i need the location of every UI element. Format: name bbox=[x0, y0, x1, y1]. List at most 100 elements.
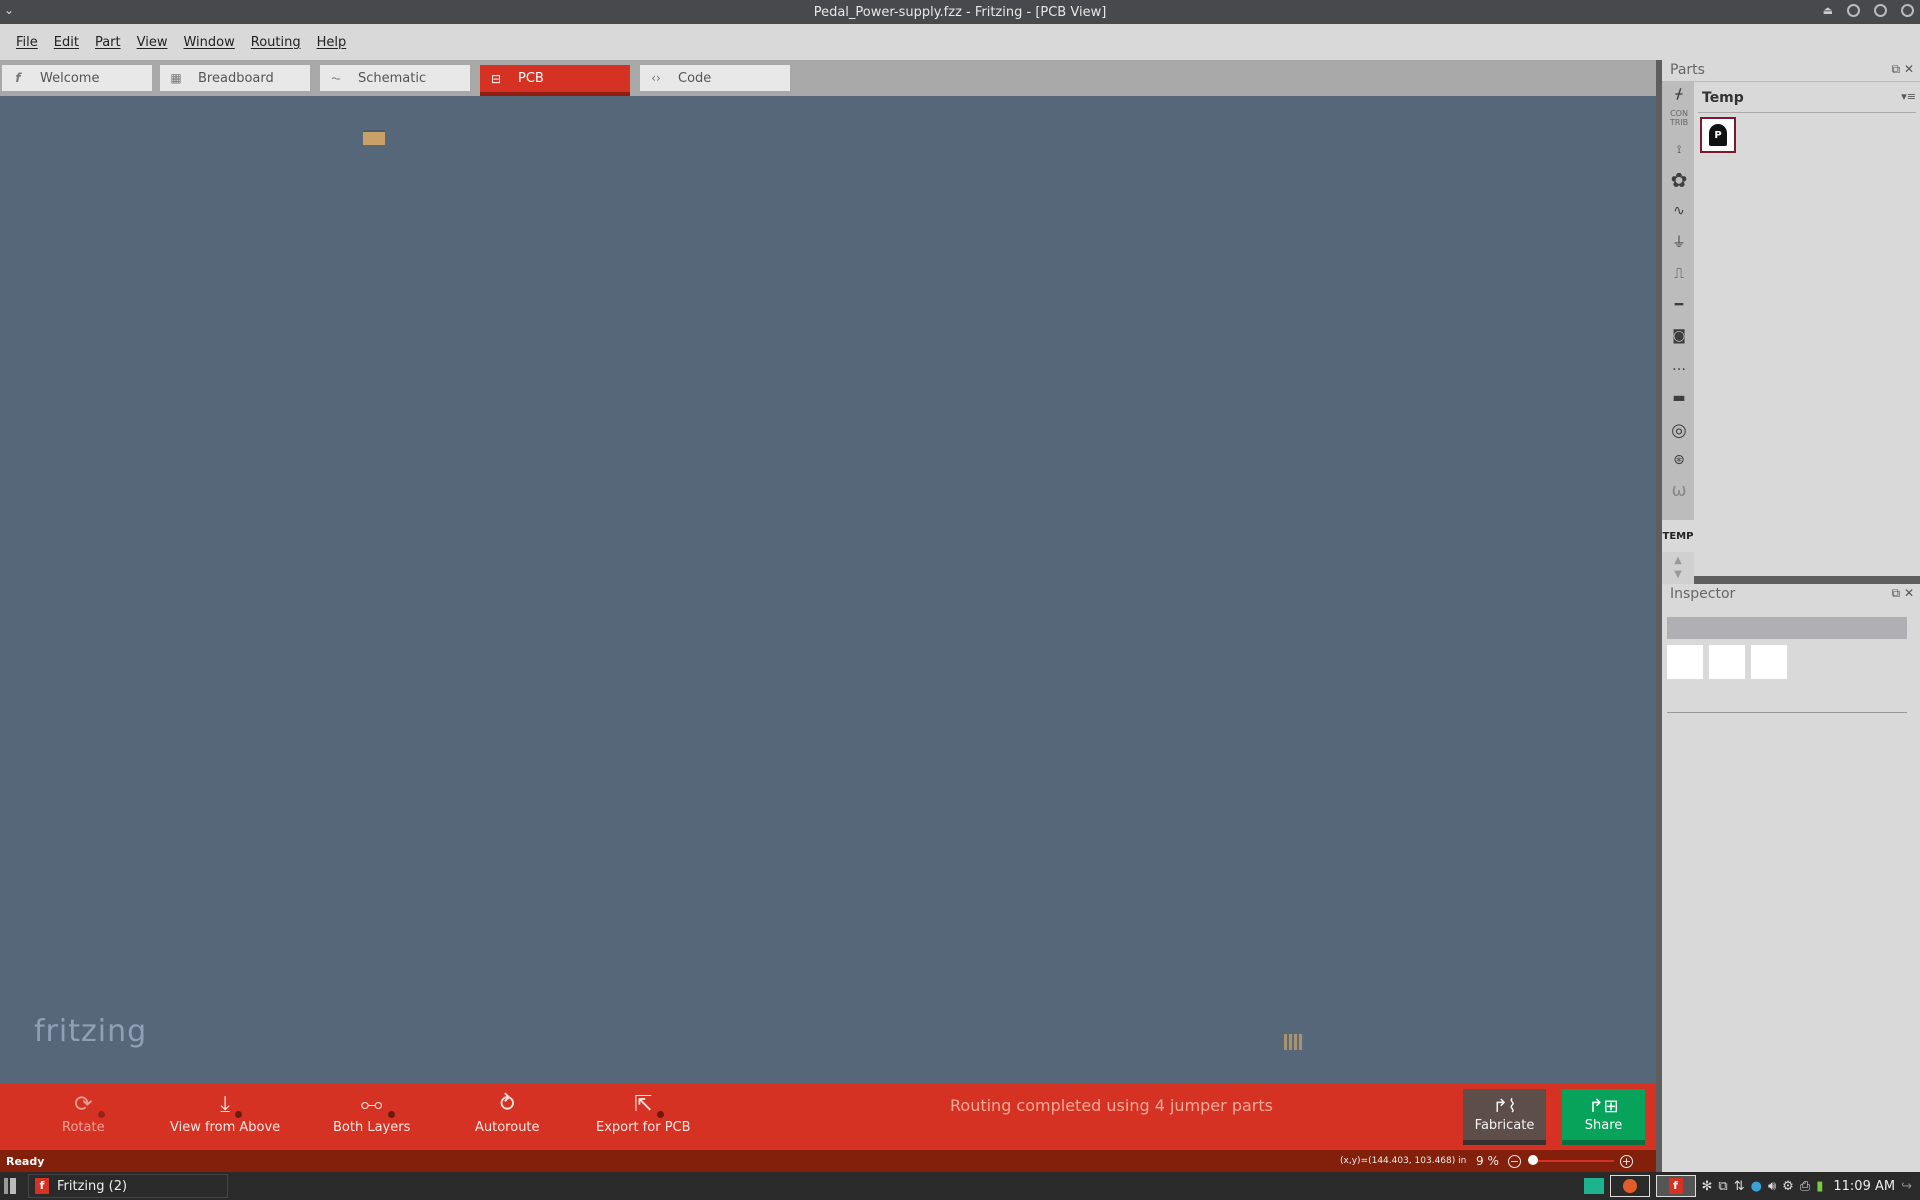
divider bbox=[1667, 712, 1907, 713]
inspector-image-breadboard bbox=[1667, 645, 1703, 679]
button-icon[interactable]: ◙ bbox=[1666, 324, 1692, 348]
zoom-level: 9 % bbox=[1476, 1154, 1499, 1168]
button-label: Rotate bbox=[62, 1120, 105, 1135]
routing-status: Routing completed using 4 jumper parts bbox=[950, 1096, 1273, 1115]
chip-icon[interactable]: ▬ bbox=[1666, 386, 1692, 410]
pcb-part[interactable] bbox=[1284, 1034, 1304, 1050]
os-taskbar: f Fritzing (2) f ✻ ⧉ ⇅ ● 🔊︎ ⚙ ⎙ ▮ 11:09 … bbox=[0, 1172, 1920, 1200]
tab-welcome[interactable]: f Welcome bbox=[2, 65, 152, 91]
menu-routing[interactable]: Routing bbox=[251, 35, 301, 50]
breadboard-icon: ▦ bbox=[170, 71, 182, 85]
fabricate-button[interactable]: ↱⌇ Fabricate bbox=[1463, 1089, 1546, 1145]
pcb-canvas[interactable]: fritzing bbox=[0, 96, 1656, 1084]
motor-icon[interactable]: ⊛ bbox=[1666, 448, 1692, 472]
bin-menu-icon[interactable]: ▾≡ bbox=[1901, 90, 1916, 103]
inspector-title: Inspector bbox=[1670, 586, 1736, 602]
antenna-icon[interactable]: ◎ bbox=[1666, 418, 1692, 442]
zoom-out-button[interactable]: − bbox=[1508, 1154, 1521, 1168]
tab-label: Schematic bbox=[358, 70, 427, 86]
shade-icon[interactable]: ⏏ bbox=[1823, 4, 1833, 17]
pcb-icon: ⊟ bbox=[490, 71, 502, 86]
notes-icon[interactable]: ● bbox=[1751, 1179, 1762, 1194]
dropdown-indicator bbox=[657, 1111, 665, 1118]
autoroute-button[interactable]: ⥁ Autoroute bbox=[475, 1090, 540, 1135]
close-icon[interactable]: ✕ bbox=[1904, 62, 1914, 76]
menu-part[interactable]: Part bbox=[95, 35, 121, 50]
wire-icon[interactable]: ω bbox=[1666, 478, 1692, 502]
bin-scroll-arrows[interactable]: ▲ ▼ bbox=[1662, 552, 1694, 584]
part-tile-transistor[interactable]: P bbox=[1700, 117, 1736, 153]
firefox-window[interactable] bbox=[1609, 1175, 1650, 1197]
menu-help[interactable]: Help bbox=[317, 35, 347, 50]
ic-digital-icon[interactable]: ⎍ bbox=[1666, 262, 1692, 286]
ic-analog-icon[interactable]: ∿ bbox=[1666, 199, 1692, 223]
zoom-slider[interactable] bbox=[1530, 1160, 1614, 1162]
tab-label: Code bbox=[678, 70, 712, 86]
panel-controls: ⧉ ✕ bbox=[1892, 586, 1914, 601]
bin-tab-temp[interactable]: TEMP bbox=[1662, 520, 1694, 552]
window-menu-icon[interactable]: ⌄ bbox=[4, 3, 14, 17]
rotate-button[interactable]: ⟳ Rotate bbox=[62, 1090, 105, 1135]
seeed-icon[interactable]: ✿ bbox=[1666, 168, 1692, 192]
both-layers-icon: ⧟ bbox=[361, 1090, 395, 1120]
close-button[interactable] bbox=[1901, 4, 1914, 17]
menu-file[interactable]: File bbox=[16, 35, 38, 50]
minimize-button[interactable] bbox=[1847, 4, 1860, 17]
fritzing-app-icon: f bbox=[35, 1178, 49, 1194]
dropdown-indicator bbox=[97, 1111, 105, 1118]
export-for-pcb-button[interactable]: ⇱ Export for PCB bbox=[596, 1090, 691, 1135]
resistor-part-icon[interactable]: ━ bbox=[1666, 293, 1692, 317]
clipboard-icon[interactable]: ⧉ bbox=[1718, 1179, 1727, 1194]
float-icon[interactable]: ⧉ bbox=[1892, 586, 1901, 600]
close-icon[interactable]: ✕ bbox=[1904, 586, 1914, 600]
status-text: Ready bbox=[6, 1154, 45, 1168]
fritzing-app-icon: f bbox=[1668, 1178, 1683, 1194]
volume-icon[interactable]: 🔊︎ bbox=[1768, 1179, 1776, 1194]
fritzing-window[interactable]: f bbox=[1655, 1175, 1696, 1197]
button-label: Autoroute bbox=[475, 1120, 540, 1135]
zoom-slider-handle[interactable] bbox=[1528, 1155, 1538, 1165]
menu-window[interactable]: Window bbox=[183, 35, 234, 50]
button-label: View from Above bbox=[170, 1120, 281, 1135]
rotate-icon: ⟳ bbox=[74, 1090, 105, 1120]
window-title: Pedal_Power-supply.fzz - Fritzing - [PCB… bbox=[813, 4, 1107, 20]
dropdown-indicator bbox=[234, 1111, 242, 1118]
tab-schematic[interactable]: ⏦ Schematic bbox=[320, 65, 470, 91]
tab-breadboard[interactable]: ▦ Breadboard bbox=[160, 65, 310, 91]
divider bbox=[1662, 81, 1920, 82]
float-icon[interactable]: ⧉ bbox=[1892, 62, 1901, 76]
both-layers-button[interactable]: ⧟ Both Layers bbox=[333, 1090, 410, 1135]
printer-icon[interactable]: ⎙ bbox=[1800, 1179, 1810, 1194]
inspector-image-schematic bbox=[1709, 645, 1745, 679]
logout-icon[interactable]: ↪ bbox=[1901, 1179, 1912, 1194]
tab-pcb[interactable]: ⊟ PCB bbox=[480, 65, 630, 96]
divider bbox=[1698, 112, 1916, 113]
more-icon[interactable]: … bbox=[1666, 354, 1692, 378]
task-fritzing[interactable]: f Fritzing (2) bbox=[28, 1174, 228, 1198]
connector-icon[interactable]: ⏚ bbox=[1666, 230, 1692, 254]
status-bar: Ready (x,y)=(144.403, 103.468) in 9 % − … bbox=[0, 1150, 1656, 1172]
pcb-part[interactable] bbox=[363, 130, 385, 145]
contrib-icon[interactable]: CON TRIB bbox=[1666, 106, 1692, 130]
menu-view[interactable]: View bbox=[137, 35, 168, 50]
battery-icon[interactable]: ▮ bbox=[1816, 1179, 1823, 1194]
core-icon[interactable]: ᚋ bbox=[1666, 82, 1692, 106]
zoom-in-button[interactable]: + bbox=[1620, 1154, 1633, 1168]
tab-label: Welcome bbox=[40, 70, 100, 86]
bluetooth-icon[interactable]: ✻ bbox=[1702, 1179, 1713, 1194]
tab-code[interactable]: ‹› Code bbox=[640, 65, 790, 91]
settings-icon[interactable]: ⚙ bbox=[1782, 1179, 1794, 1194]
view-from-above-button[interactable]: ⤓ View from Above bbox=[170, 1090, 280, 1135]
button-label: Both Layers bbox=[333, 1120, 411, 1135]
share-button[interactable]: ↱⊞ Share bbox=[1562, 1089, 1645, 1145]
network-icon[interactable]: ⇅ bbox=[1734, 1179, 1745, 1194]
maximize-button[interactable] bbox=[1874, 4, 1887, 17]
sparkfun-icon[interactable]: ⟟ bbox=[1666, 138, 1692, 162]
workspace-icon[interactable] bbox=[4, 1178, 16, 1194]
desktop-icon[interactable] bbox=[1583, 1178, 1604, 1194]
parts-panel: Parts ⧉ ✕ ᚋ CON TRIB ⟟ ✿ ∿ ⏚ ⎍ ━ ◙ … ▬ ◎… bbox=[1662, 60, 1920, 584]
panel-controls: ⧉ ✕ bbox=[1892, 62, 1914, 77]
inspector-image-pcb bbox=[1751, 645, 1787, 679]
menu-edit[interactable]: Edit bbox=[54, 35, 79, 50]
dropdown-indicator bbox=[387, 1111, 395, 1118]
